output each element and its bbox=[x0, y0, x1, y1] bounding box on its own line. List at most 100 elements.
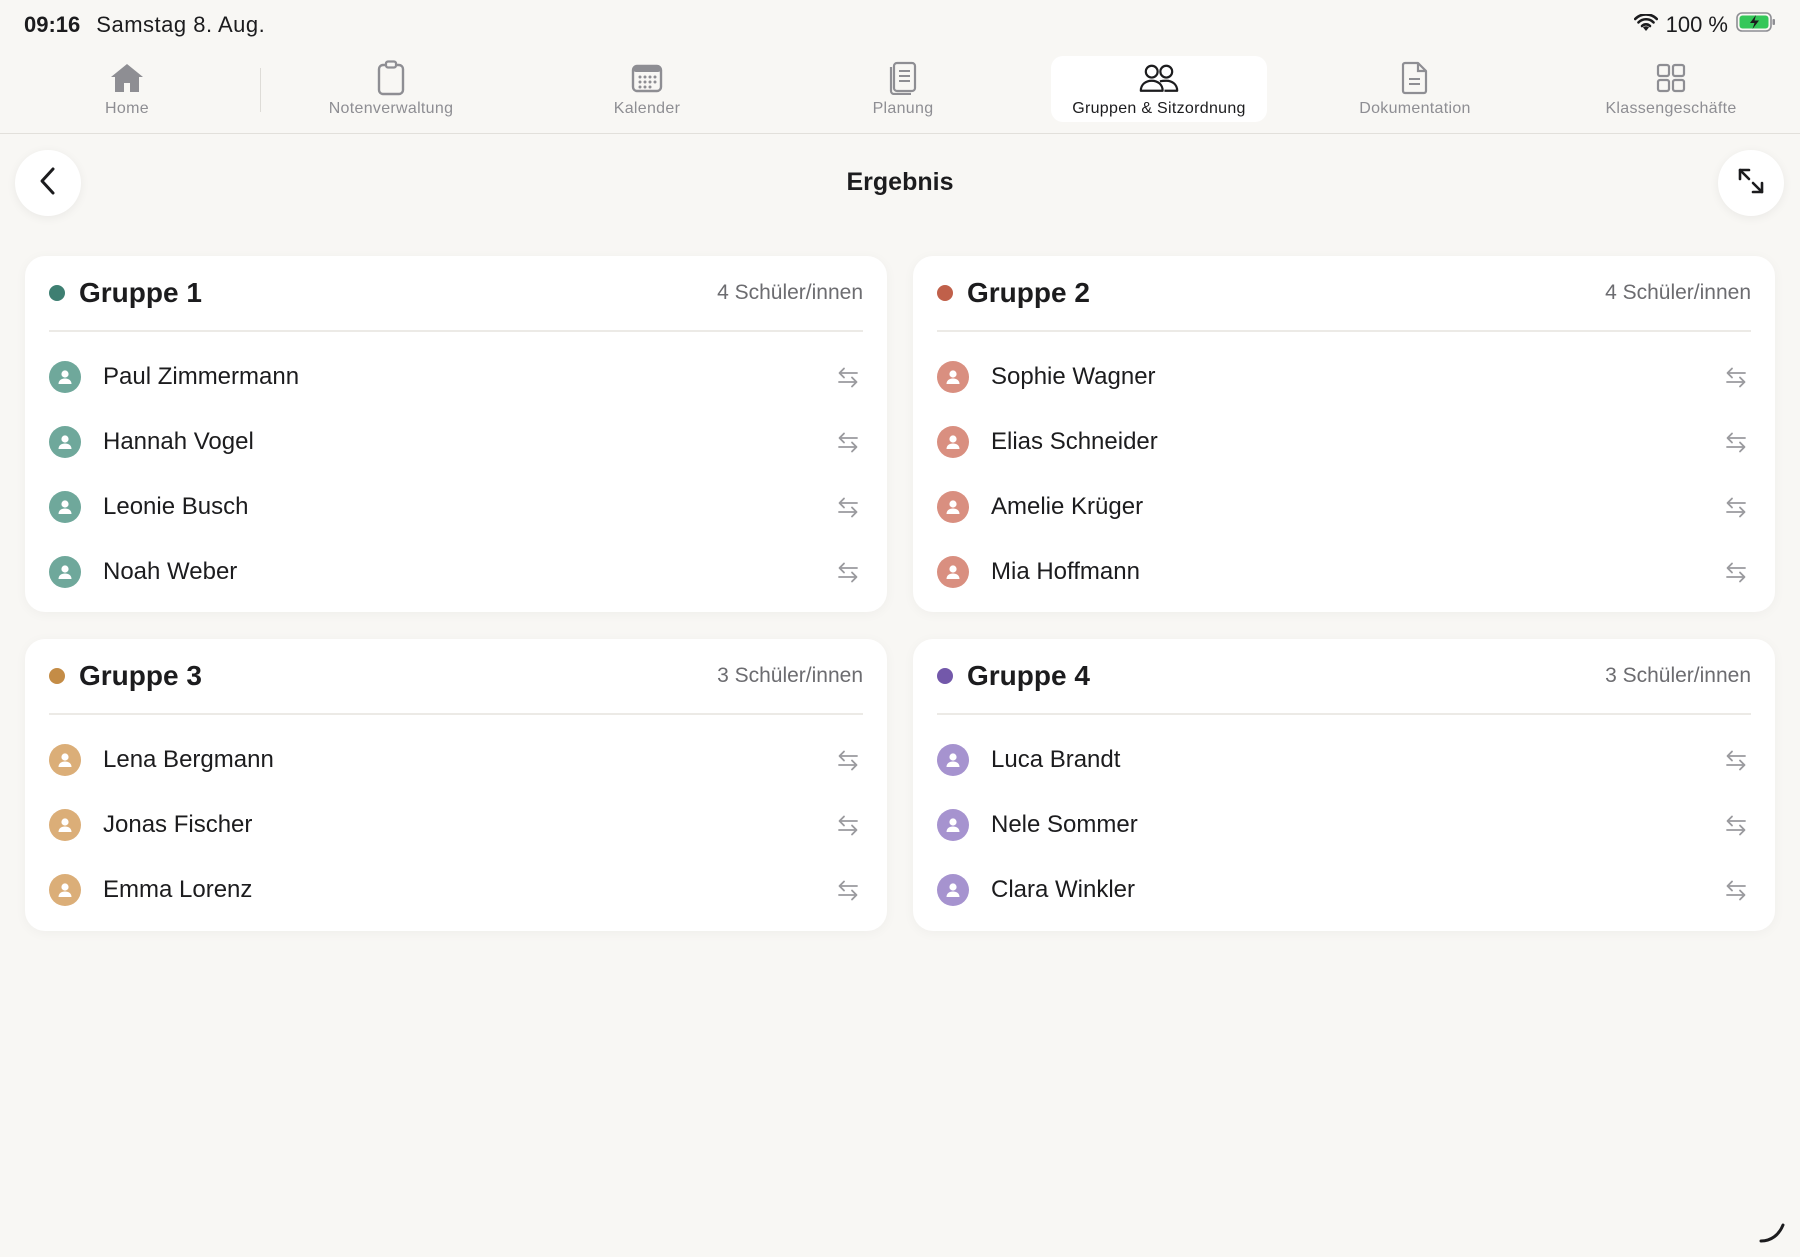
student-name: Clara Winkler bbox=[991, 875, 1136, 903]
grid-icon bbox=[1651, 60, 1691, 96]
status-date: Samstag 8. Aug. bbox=[96, 12, 266, 37]
group-title: Gruppe 4 bbox=[967, 660, 1090, 691]
student-row[interactable]: Luca Brandt bbox=[937, 727, 1751, 792]
group-color-dot bbox=[49, 668, 65, 684]
person-icon bbox=[937, 808, 969, 841]
student-count: 3 Schüler/innen bbox=[717, 664, 863, 687]
person-icon bbox=[937, 490, 969, 523]
tab-home[interactable]: Home bbox=[19, 56, 235, 122]
group-color-dot bbox=[49, 285, 65, 301]
top-tab-bar: Home Notenverwaltung Kalender Planung Gr… bbox=[0, 50, 1800, 134]
tab-label: Notenverwaltung bbox=[328, 100, 454, 117]
person-icon bbox=[937, 425, 969, 458]
student-row[interactable]: Elias Schneider bbox=[937, 409, 1751, 474]
expand-arrows-icon bbox=[1736, 166, 1766, 201]
wifi-icon bbox=[1633, 12, 1658, 38]
tab-label: Planung bbox=[872, 100, 934, 117]
swap-arrows-icon[interactable] bbox=[833, 810, 863, 840]
student-row[interactable]: Hannah Vogel bbox=[49, 409, 863, 474]
person-icon bbox=[49, 873, 81, 906]
status-bar: 09:16 Samstag 8. Aug. 100 % bbox=[0, 0, 1800, 50]
tab-klassengeschaefte[interactable]: Klassengeschäfte bbox=[1563, 56, 1779, 122]
tab-gruppen-sitzordnung[interactable]: Gruppen & Sitzordnung bbox=[1051, 56, 1267, 122]
student-row[interactable]: Sophie Wagner bbox=[937, 344, 1751, 409]
swap-arrows-icon[interactable] bbox=[1721, 492, 1751, 522]
swap-arrows-icon[interactable] bbox=[833, 427, 863, 457]
tab-planung[interactable]: Planung bbox=[795, 56, 1011, 122]
swap-arrows-icon[interactable] bbox=[1721, 427, 1751, 457]
battery-percentage: 100 % bbox=[1665, 12, 1728, 37]
tab-label: Kalender bbox=[613, 100, 681, 117]
student-count: 4 Schüler/innen bbox=[717, 281, 863, 304]
student-row[interactable]: Emma Lorenz bbox=[49, 857, 863, 922]
page-title: Ergebnis bbox=[846, 168, 954, 196]
expand-button[interactable] bbox=[1718, 150, 1784, 216]
person-icon bbox=[937, 360, 969, 393]
group-card-header: Gruppe 3 3 Schüler/innen bbox=[49, 639, 863, 715]
home-icon bbox=[107, 60, 147, 96]
swap-arrows-icon[interactable] bbox=[833, 492, 863, 522]
swap-arrows-icon[interactable] bbox=[1721, 875, 1751, 905]
tab-label: Dokumentation bbox=[1359, 100, 1471, 117]
student-name: Elias Schneider bbox=[991, 427, 1158, 455]
tab-kalender[interactable]: Kalender bbox=[539, 56, 755, 122]
student-row[interactable]: Leonie Busch bbox=[49, 474, 863, 539]
swap-arrows-icon[interactable] bbox=[1721, 557, 1751, 587]
student-name: Leonie Busch bbox=[103, 492, 249, 520]
student-name: Nele Sommer bbox=[991, 810, 1138, 838]
student-name: Amelie Krüger bbox=[991, 492, 1144, 520]
person-icon bbox=[49, 360, 81, 393]
student-row[interactable]: Mia Hoffmann bbox=[937, 539, 1751, 604]
person-icon bbox=[937, 555, 969, 588]
swap-arrows-icon[interactable] bbox=[833, 875, 863, 905]
person-icon bbox=[49, 425, 81, 458]
student-name: Paul Zimmermann bbox=[103, 362, 300, 390]
tab-notenverwaltung[interactable]: Notenverwaltung bbox=[283, 56, 499, 122]
student-count: 4 Schüler/innen bbox=[1605, 281, 1751, 304]
group-title: Gruppe 1 bbox=[79, 277, 202, 308]
swap-arrows-icon[interactable] bbox=[1721, 362, 1751, 392]
tab-dokumentation[interactable]: Dokumentation bbox=[1307, 56, 1523, 122]
student-row[interactable]: Noah Weber bbox=[49, 539, 863, 604]
clipboard-icon bbox=[371, 60, 411, 96]
swap-arrows-icon[interactable] bbox=[833, 362, 863, 392]
group-card-2: Gruppe 2 4 Schüler/innen Sophie Wagner E… bbox=[913, 256, 1775, 612]
swap-arrows-icon[interactable] bbox=[1721, 745, 1751, 775]
group-title: Gruppe 3 bbox=[79, 660, 202, 691]
student-name: Mia Hoffmann bbox=[991, 557, 1140, 585]
group-card-header: Gruppe 2 4 Schüler/innen bbox=[937, 256, 1751, 332]
person-icon bbox=[937, 743, 969, 776]
person-icon bbox=[49, 555, 81, 588]
student-row[interactable]: Lena Bergmann bbox=[49, 727, 863, 792]
student-count: 3 Schüler/innen bbox=[1605, 664, 1751, 687]
group-card-4: Gruppe 4 3 Schüler/innen Luca Brandt Nel… bbox=[913, 639, 1775, 931]
status-time: 09:16 bbox=[24, 12, 81, 37]
student-row[interactable]: Paul Zimmermann bbox=[49, 344, 863, 409]
student-name: Emma Lorenz bbox=[103, 875, 253, 903]
student-name: Noah Weber bbox=[103, 557, 238, 585]
swap-arrows-icon[interactable] bbox=[833, 557, 863, 587]
swap-arrows-icon[interactable] bbox=[1721, 810, 1751, 840]
student-row[interactable]: Jonas Fischer bbox=[49, 792, 863, 857]
group-card-1: Gruppe 1 4 Schüler/innen Paul Zimmermann… bbox=[25, 256, 887, 612]
student-row[interactable]: Nele Sommer bbox=[937, 792, 1751, 857]
student-name: Hannah Vogel bbox=[103, 427, 254, 455]
student-row[interactable]: Amelie Krüger bbox=[937, 474, 1751, 539]
group-card-header: Gruppe 4 3 Schüler/innen bbox=[937, 639, 1751, 715]
student-name: Lena Bergmann bbox=[103, 745, 274, 773]
person-icon bbox=[937, 873, 969, 906]
person-icon bbox=[49, 808, 81, 841]
swap-arrows-icon[interactable] bbox=[833, 745, 863, 775]
resize-handle-icon[interactable] bbox=[1756, 1215, 1786, 1245]
person-icon bbox=[49, 743, 81, 776]
calendar-icon bbox=[627, 60, 667, 96]
group-title: Gruppe 2 bbox=[967, 277, 1090, 308]
student-name: Jonas Fischer bbox=[103, 810, 253, 838]
student-row[interactable]: Clara Winkler bbox=[937, 857, 1751, 922]
page-header: Ergebnis bbox=[0, 134, 1800, 234]
document-stack-icon bbox=[883, 60, 923, 96]
tab-divider bbox=[260, 68, 261, 112]
group-color-dot bbox=[937, 668, 953, 684]
student-name: Luca Brandt bbox=[991, 745, 1121, 773]
document-icon bbox=[1395, 60, 1435, 96]
